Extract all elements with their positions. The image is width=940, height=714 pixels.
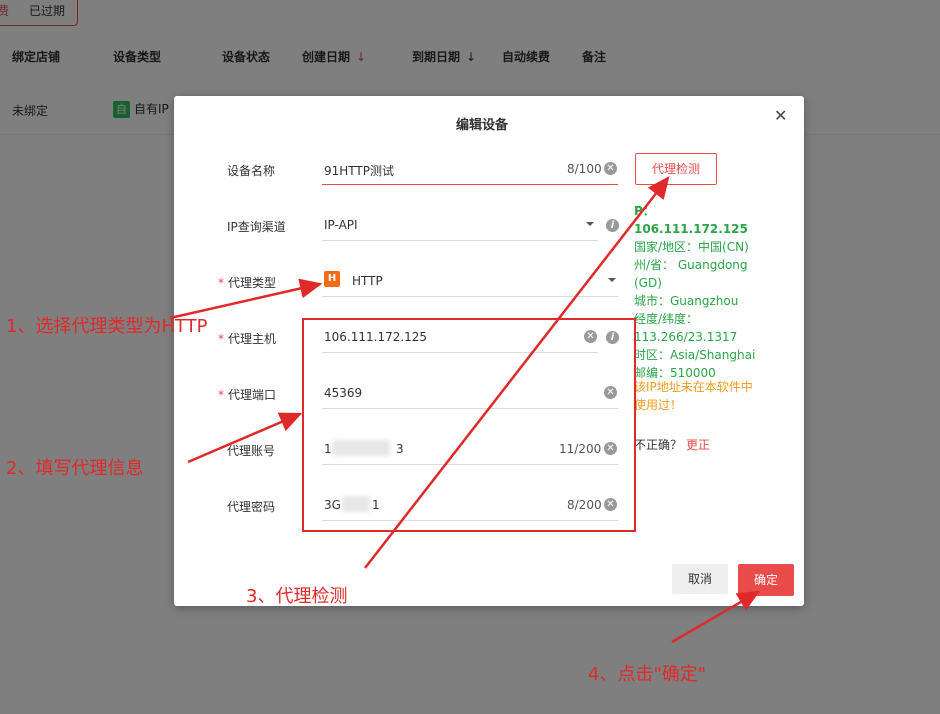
annotation-arrows	[169, 176, 761, 644]
annotation-step2: 2、填写代理信息	[6, 458, 144, 479]
annotation-step4: 4、点击"确定"	[588, 664, 707, 685]
annotation-step3: 3、代理检测	[246, 586, 348, 607]
annotation-step1: 1、选择代理类型为HTTP	[6, 316, 208, 337]
arrow-step4	[671, 590, 761, 644]
arrow-step2	[187, 412, 303, 464]
arrow-step3	[364, 176, 670, 569]
